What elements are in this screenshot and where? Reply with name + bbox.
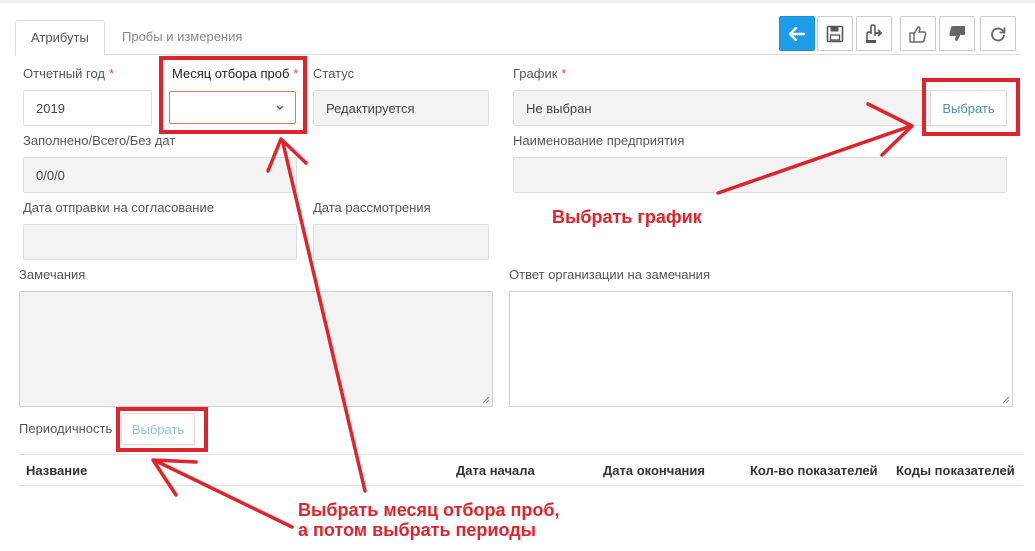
arrow-to-month-select	[281, 141, 367, 493]
arrow-to-periodicity-button	[156, 460, 294, 529]
form-panel: Атрибуты Пробы и измерения Отчетный год *…	[0, 0, 1035, 551]
arrow-to-schedule-button	[716, 125, 910, 195]
month-annotation-line-1: Выбрать месяц отбора проб,	[298, 500, 560, 520]
month-annotation-line-2: а потом выбрать периоды	[298, 520, 537, 540]
schedule-annotation: Выбрать график	[552, 207, 702, 227]
annotation-arrows	[151, 102, 914, 529]
